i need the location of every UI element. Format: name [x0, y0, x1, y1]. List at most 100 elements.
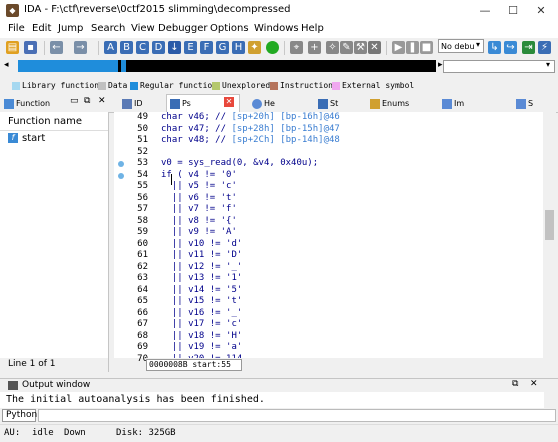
- menu-options[interactable]: Options: [210, 23, 249, 34]
- menu-edit[interactable]: Edit: [32, 23, 51, 34]
- navigation-combo[interactable]: [443, 60, 555, 73]
- menu-debugger[interactable]: Debugger: [158, 23, 208, 34]
- find-next-icon[interactable]: C: [136, 41, 149, 54]
- tab-label: Enums: [382, 99, 410, 108]
- tab-functions[interactable]: Function: [4, 96, 50, 111]
- list-item[interactable]: f start: [2, 132, 106, 146]
- strings-icon[interactable]: G: [216, 41, 229, 54]
- menu-windows[interactable]: Windows: [254, 23, 299, 34]
- ida-icon: ◆: [6, 4, 19, 17]
- structures-icon: [318, 98, 328, 109]
- step-into-icon[interactable]: ↳: [488, 41, 501, 54]
- find-binary-icon[interactable]: B: [120, 41, 133, 54]
- step-over-icon[interactable]: ↪: [504, 41, 517, 54]
- stop-icon[interactable]: ■: [420, 41, 433, 54]
- code-line[interactable]: || v10 != 'd': [161, 239, 242, 249]
- tab-imports[interactable]: Im: [442, 96, 464, 111]
- breakpoint-marker-icon[interactable]: [118, 161, 124, 167]
- names-icon[interactable]: F: [200, 41, 213, 54]
- float-icon[interactable]: ⧉: [512, 379, 518, 389]
- graph-icon[interactable]: ✦: [248, 41, 261, 54]
- code-line[interactable]: || v11 != 'D': [161, 250, 242, 260]
- vertical-scrollbar[interactable]: [543, 112, 556, 372]
- code-line[interactable]: char v48; // [sp+2Ch] [bp-14h]@48: [161, 135, 340, 145]
- start-process-icon[interactable]: [266, 41, 279, 54]
- chevron-down-icon[interactable]: ▾: [546, 60, 550, 69]
- tab-ida-view[interactable]: ID: [122, 96, 143, 111]
- line-number: 60: [137, 238, 148, 249]
- close-button[interactable]: ✕: [528, 2, 554, 20]
- tab-pseudocode[interactable]: Ps: [170, 96, 191, 111]
- code-line[interactable]: || v9 != 'A': [161, 227, 237, 237]
- search-direction: Down: [64, 428, 86, 438]
- code-line[interactable]: char v46; // [sp+20h] [bp-16h]@46: [161, 112, 340, 122]
- menu-help[interactable]: Help: [301, 23, 324, 34]
- code-line[interactable]: || v17 != 'c': [161, 319, 242, 329]
- code-line[interactable]: || v6 != 't': [161, 193, 237, 203]
- maximize-button[interactable]: ☐: [500, 2, 526, 20]
- minimize-button[interactable]: —: [472, 2, 498, 20]
- function-name: start: [22, 133, 46, 144]
- line-number: 63: [137, 273, 148, 283]
- menu-file[interactable]: File: [8, 23, 25, 34]
- star-icon[interactable]: ✧: [326, 41, 339, 54]
- open-icon[interactable]: ▤: [6, 41, 19, 54]
- patch-icon[interactable]: ⚒: [354, 41, 367, 54]
- menu-search[interactable]: Search: [91, 23, 125, 34]
- tab-structures[interactable]: St: [318, 96, 338, 111]
- float-icon[interactable]: ⧉: [84, 96, 90, 106]
- nav-right-arrow-icon[interactable]: ▸: [438, 60, 443, 70]
- add-icon[interactable]: +: [308, 41, 321, 54]
- cross-ref-icon[interactable]: E: [184, 41, 197, 54]
- code-line[interactable]: || v5 != 'c': [161, 181, 237, 191]
- command-input[interactable]: [38, 409, 556, 422]
- chevron-down-icon[interactable]: ▾: [476, 40, 480, 49]
- pin-icon[interactable]: ▭: [70, 96, 79, 106]
- tab-hex-view[interactable]: He: [252, 96, 275, 111]
- code-line[interactable]: || v19 != 'a': [161, 342, 242, 352]
- code-line[interactable]: || v15 != 't': [161, 296, 242, 306]
- line-number: 69: [137, 342, 148, 352]
- nav-left-arrow-icon[interactable]: ◂: [4, 60, 9, 70]
- line-number: 50: [137, 123, 148, 134]
- edit-icon[interactable]: ✎: [340, 41, 353, 54]
- close-icon[interactable]: ✕: [530, 379, 538, 389]
- close-icon[interactable]: ✕: [98, 96, 106, 106]
- code-line[interactable]: || v18 != 'H': [161, 331, 242, 341]
- scroll-thumb[interactable]: [545, 210, 554, 240]
- tab-enums[interactable]: Enums: [370, 96, 409, 111]
- breakpoint-marker-icon[interactable]: [118, 172, 124, 179]
- function-list-header[interactable]: Function name: [0, 112, 108, 131]
- code-line[interactable]: if ( v4 != '0': [161, 170, 237, 180]
- cancel-icon[interactable]: ✕: [368, 41, 381, 54]
- code-line[interactable]: || v12 != '_': [161, 262, 242, 272]
- back-icon[interactable]: ←: [50, 41, 63, 54]
- save-icon[interactable]: ▪: [24, 41, 37, 54]
- code-line[interactable]: v0 = sys_read(0, &v4, 0x40u);: [161, 158, 318, 168]
- find-code-icon[interactable]: D: [152, 41, 165, 54]
- code-text: || v16 != '_': [161, 307, 243, 318]
- code-line[interactable]: || v14 != '5': [161, 285, 242, 295]
- trace-icon[interactable]: ⚡: [538, 41, 551, 54]
- code-line[interactable]: || v7 != 'f': [161, 204, 237, 214]
- pause-icon[interactable]: ❚: [406, 41, 419, 54]
- output-scrollbar[interactable]: [544, 392, 558, 408]
- code-line[interactable]: || v8 != '{': [161, 216, 237, 226]
- code-line[interactable]: || v13 != '1': [161, 273, 242, 283]
- segments-icon[interactable]: H: [232, 41, 245, 54]
- tab-segments[interactable]: S: [516, 96, 533, 111]
- legend-label: External symbol: [342, 81, 415, 90]
- menu-view[interactable]: View: [131, 23, 155, 34]
- breakpoint-icon[interactable]: ⌖: [290, 41, 303, 54]
- navigation-band[interactable]: [18, 60, 436, 72]
- menu-jump[interactable]: Jump: [58, 23, 83, 34]
- jump-down-icon[interactable]: ↓: [168, 41, 181, 54]
- forward-icon[interactable]: →: [74, 41, 87, 54]
- code-line[interactable]: || v16 != '_': [161, 308, 242, 318]
- find-text-icon[interactable]: A: [104, 41, 117, 54]
- code-line[interactable]: char v47; // [sp+28h] [bp-15h]@47: [161, 124, 340, 134]
- python-button[interactable]: Python: [2, 409, 37, 422]
- run-to-icon[interactable]: ⇥: [522, 41, 535, 54]
- close-tab-icon[interactable]: ✕: [224, 97, 234, 107]
- play-icon[interactable]: ▶: [392, 41, 405, 54]
